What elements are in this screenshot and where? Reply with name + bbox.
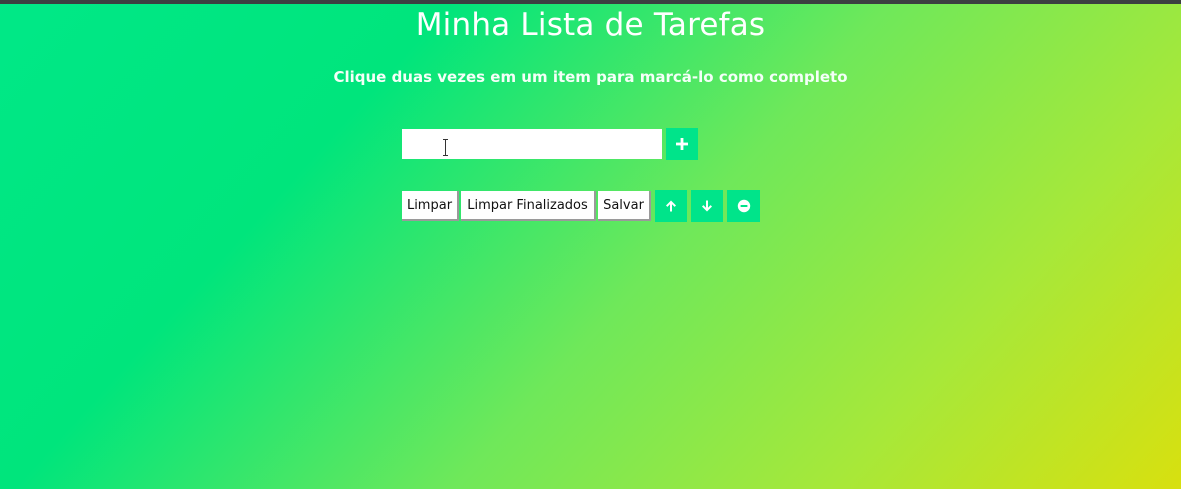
page-title: Minha Lista de Tarefas bbox=[415, 7, 766, 43]
remove-task-button[interactable] bbox=[727, 190, 760, 222]
text-cursor-icon bbox=[443, 138, 448, 157]
arrow-down-icon bbox=[702, 200, 712, 212]
clear-finished-button[interactable]: Limpar Finalizados bbox=[461, 191, 596, 221]
move-up-button[interactable] bbox=[655, 190, 687, 222]
arrow-up-icon bbox=[666, 200, 676, 212]
browser-top-edge bbox=[0, 0, 1181, 4]
clear-button[interactable]: Limpar bbox=[402, 191, 459, 221]
plus-icon bbox=[676, 138, 688, 150]
move-down-button[interactable] bbox=[691, 190, 723, 222]
save-button[interactable]: Salvar bbox=[598, 191, 651, 221]
add-task-button[interactable] bbox=[666, 128, 698, 160]
task-input[interactable] bbox=[402, 129, 662, 159]
page-subtitle: Clique duas vezes em um item para marcá-… bbox=[333, 68, 848, 86]
minus-circle-icon bbox=[737, 199, 750, 213]
